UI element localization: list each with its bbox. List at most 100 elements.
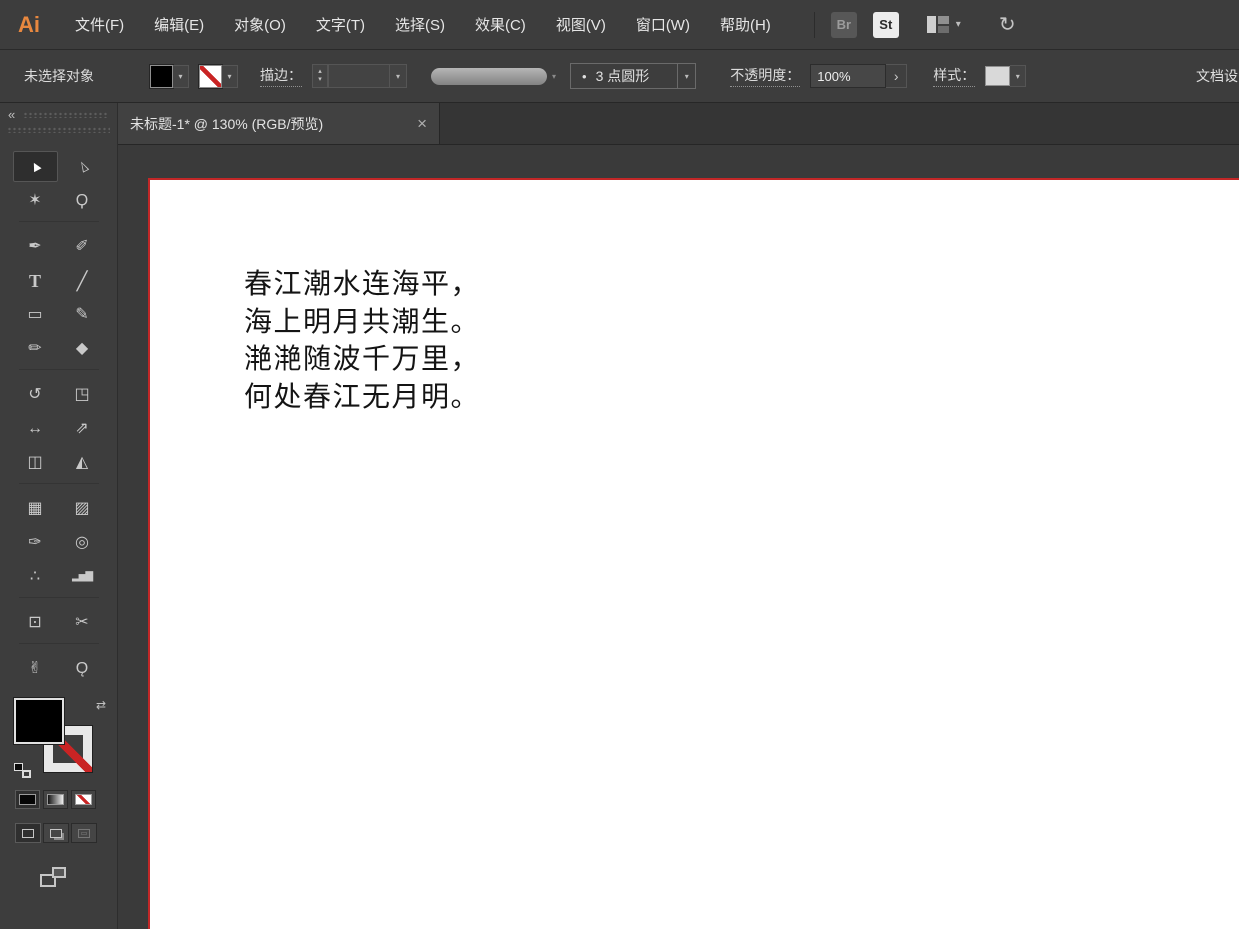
selection-tool-icon: ►: [24, 156, 46, 177]
opacity-input[interactable]: [810, 64, 887, 88]
line-segment-tool-icon: ╱: [76, 270, 88, 291]
drawing-mode-row: [15, 823, 117, 843]
rectangle-tool[interactable]: ▭: [13, 299, 58, 330]
bridge-button[interactable]: Br: [830, 11, 857, 38]
rotate-tool-icon: ↺: [28, 385, 42, 403]
opacity-expand-button[interactable]: ›: [886, 64, 908, 88]
none-icon: [75, 794, 92, 805]
lasso-tool[interactable]: Ϙ: [60, 185, 105, 216]
poem-line: 滟滟随波千万里，: [244, 344, 481, 375]
stroke-width-stepper[interactable]: ▴ ▾: [312, 64, 328, 88]
menu-item-select[interactable]: 选择(S): [380, 8, 460, 41]
stroke-width-dropdown[interactable]: ▾: [389, 65, 406, 87]
default-fill-stroke-icon[interactable]: [14, 763, 31, 778]
screen-mode-icon: [40, 867, 66, 887]
direct-selection-tool[interactable]: ▻: [60, 151, 105, 182]
stroke-panel-link[interactable]: 描边：: [260, 65, 302, 87]
menu-item-view[interactable]: 视图(V): [541, 8, 621, 41]
eraser-tool[interactable]: ◆: [60, 333, 105, 364]
menu-item-object[interactable]: 对象(O): [219, 8, 301, 41]
menu-item-effect[interactable]: 效果(C): [460, 8, 541, 41]
menu-item-window[interactable]: 窗口(W): [621, 8, 705, 41]
gradient-button[interactable]: [43, 790, 68, 809]
brush-definition-combo[interactable]: • 3 点圆形 ▾: [570, 63, 697, 89]
hand-tool[interactable]: ✌: [13, 653, 58, 684]
artboard[interactable]: 春江潮水连海平， 海上明月共潮生。 滟滟随波千万里， 何处春江无月明。: [148, 178, 1239, 929]
variable-width-profile-preview[interactable]: [431, 67, 547, 85]
toolbar-drag-handle[interactable]: [7, 127, 110, 133]
stepper-up-icon: ▴: [318, 68, 322, 76]
blend-tool[interactable]: ◎: [60, 527, 105, 558]
rotate-tool[interactable]: ↺: [13, 379, 58, 410]
poem-text-object[interactable]: 春江潮水连海平， 海上明月共潮生。 滟滟随波千万里， 何处春江无月明。: [244, 266, 480, 416]
canvas-pasteboard[interactable]: 春江潮水连海平， 海上明月共潮生。 滟滟随波千万里， 何处春江无月明。: [118, 145, 1239, 929]
none-button[interactable]: [71, 790, 96, 809]
control-bar: 未选择对象 ▾ ▾ 描边： ▴ ▾ ▾ ▾ • 3 点圆形 ▾ 不透明度： › …: [0, 50, 1239, 103]
tool-grid: ► ▻ ✶ Ϙ ✒ ✐ T ╱ ▭ ✎ ✏ ◆ ↺ ◳ ↔ ⇗ ◫ ◭ ▦ ▨ ✑ ◎ ∴ ▂▅▇ ⊡ ✂ ✌ Ǫ: [0, 151, 117, 684]
width-profile-dropdown[interactable]: ▾: [552, 72, 556, 81]
color-mode-row: [15, 790, 117, 809]
tool-group-divider: [18, 221, 99, 226]
fill-stroke-indicator: ⇄: [14, 698, 106, 778]
change-screen-mode-button[interactable]: [30, 861, 76, 893]
gradient-tool-icon: ▨: [74, 499, 90, 517]
line-segment-tool[interactable]: ╱: [60, 265, 105, 296]
scale-tool[interactable]: ◳: [60, 379, 105, 410]
stroke-color-swatch[interactable]: [199, 64, 222, 88]
shaper-tool[interactable]: ✏: [13, 333, 58, 364]
mesh-tool[interactable]: ▦: [13, 493, 58, 524]
gradient-tool[interactable]: ▨: [60, 493, 105, 524]
stroke-width-combo[interactable]: ▾: [328, 64, 407, 88]
chevron-down-icon: ▾: [1015, 71, 1020, 81]
stroke-color-dropdown[interactable]: ▾: [222, 64, 238, 88]
stock-button[interactable]: St: [872, 11, 899, 38]
brush-dropdown[interactable]: ▾: [677, 64, 695, 88]
fill-color-swatch[interactable]: [150, 64, 173, 88]
fill-swatch[interactable]: [14, 698, 64, 744]
document-tab-bar: 未标题-1* @ 130% (RGB/预览) ×: [118, 103, 1239, 145]
selection-tool[interactable]: ►: [12, 151, 58, 182]
perspective-grid-tool[interactable]: ◭: [60, 447, 105, 478]
free-transform-tool[interactable]: ⇗: [60, 413, 105, 444]
gradient-icon: [47, 794, 64, 805]
sync-status-icon[interactable]: ↻: [999, 12, 1016, 37]
solid-color-icon: [19, 794, 36, 805]
artboard-tool[interactable]: ⊡: [13, 607, 58, 638]
toolbar-drag-handle[interactable]: [23, 111, 109, 118]
slice-tool[interactable]: ✂: [60, 607, 105, 638]
eyedropper-tool[interactable]: ✑: [13, 527, 58, 558]
column-graph-tool[interactable]: ▂▅▇: [60, 561, 105, 592]
collapse-panel-button[interactable]: «: [8, 108, 15, 121]
curvature-tool[interactable]: ✐: [60, 231, 105, 262]
graphic-style-swatch[interactable]: [985, 66, 1011, 86]
style-dropdown[interactable]: ▾: [1010, 65, 1027, 87]
pen-tool[interactable]: ✒: [13, 231, 58, 262]
menu-item-help[interactable]: 帮助(H): [705, 8, 786, 41]
menubar-separator: [813, 11, 815, 38]
document-tab[interactable]: 未标题-1* @ 130% (RGB/预览) ×: [118, 103, 440, 144]
draw-normal-button[interactable]: [15, 823, 41, 843]
zoom-tool[interactable]: Ǫ: [60, 653, 105, 684]
app-logo: Ai: [18, 11, 40, 37]
document-setup-button[interactable]: 文档设: [1196, 66, 1239, 86]
workspace-switcher[interactable]: ▾: [926, 16, 961, 33]
magic-wand-tool[interactable]: ✶: [13, 185, 58, 216]
menu-item-type[interactable]: 文字(T): [301, 8, 380, 41]
width-tool[interactable]: ↔: [13, 413, 58, 444]
color-button[interactable]: [15, 790, 40, 809]
shape-builder-tool[interactable]: ◫: [13, 447, 58, 478]
draw-behind-icon: [50, 828, 62, 838]
shaper-tool-icon: ✏: [28, 339, 42, 357]
draw-behind-button[interactable]: [43, 823, 69, 843]
symbol-sprayer-tool[interactable]: ∴: [13, 561, 58, 592]
draw-inside-button[interactable]: [71, 823, 97, 843]
fill-color-dropdown[interactable]: ▾: [173, 64, 189, 88]
style-panel-link[interactable]: 样式：: [933, 65, 976, 87]
menu-item-file[interactable]: 文件(F): [60, 8, 139, 41]
menu-item-edit[interactable]: 编辑(E): [139, 8, 219, 41]
paintbrush-tool[interactable]: ✎: [60, 299, 105, 330]
opacity-panel-link[interactable]: 不透明度：: [730, 65, 801, 87]
close-tab-icon[interactable]: ×: [417, 114, 427, 134]
swap-fill-stroke-icon[interactable]: ⇄: [96, 698, 106, 712]
type-tool[interactable]: T: [13, 265, 58, 296]
